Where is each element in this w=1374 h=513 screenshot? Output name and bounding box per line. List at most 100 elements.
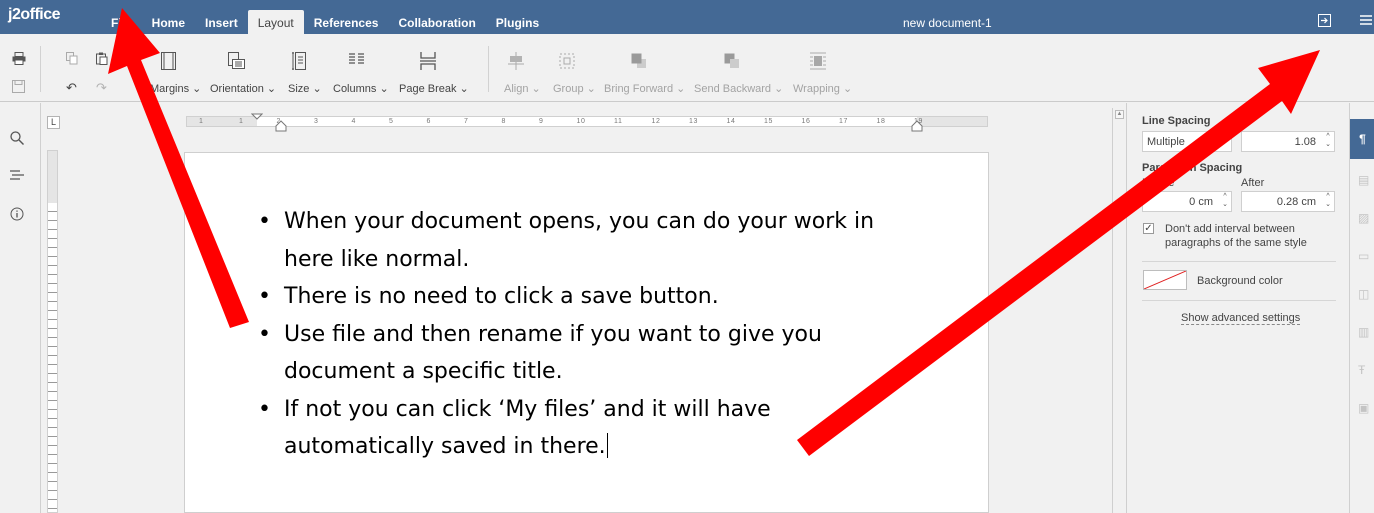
- paragraph-settings-panel: Line Spacing Multiple ⌄ 1.08 ^ ⌄ Paragrap…: [1126, 103, 1349, 513]
- document-page[interactable]: • When your document opens, you can do y…: [184, 152, 989, 513]
- wrapping-label: Wrapping: [793, 83, 840, 95]
- paste-icon[interactable]: [96, 52, 108, 68]
- dont-add-interval-checkbox[interactable]: ✓: [1143, 223, 1154, 234]
- page-break-label: Page Break: [399, 83, 457, 95]
- ruler-number: 5: [389, 118, 394, 125]
- orientation-icon[interactable]: [228, 52, 245, 73]
- ruler-number: 10: [576, 118, 586, 125]
- before-spacing-value: 0 cm: [1189, 196, 1213, 208]
- paragraph-settings-tab-icon[interactable]: ¶: [1350, 119, 1374, 159]
- list-item-line: here like normal.: [284, 246, 470, 272]
- tab-type-selector[interactable]: L: [47, 116, 60, 129]
- ruler-top-margin: [48, 151, 57, 203]
- search-icon[interactable]: [10, 131, 24, 148]
- bring-forward-icon[interactable]: [631, 52, 647, 73]
- hamburger-menu-icon[interactable]: [1360, 14, 1372, 28]
- vertical-scrollbar[interactable]: ▲: [1112, 108, 1126, 513]
- tab-plugins[interactable]: Plugins: [486, 10, 549, 34]
- size-icon[interactable]: [292, 52, 306, 73]
- ruler-number: 7: [464, 118, 469, 125]
- orientation-button[interactable]: Orientation ⌄: [210, 82, 276, 95]
- chart-settings-icon[interactable]: ▥: [1358, 325, 1369, 339]
- columns-icon[interactable]: [349, 52, 364, 73]
- undo-icon[interactable]: ↶: [66, 80, 77, 95]
- line-spacing-mode-value: Multiple: [1147, 136, 1185, 148]
- redo-icon[interactable]: ↷: [96, 80, 107, 95]
- info-icon[interactable]: [10, 207, 24, 224]
- align-button[interactable]: Align ⌄: [504, 82, 541, 95]
- page-break-button[interactable]: Page Break ⌄: [399, 82, 469, 95]
- list-item[interactable]: • When your document opens, you can do y…: [255, 203, 955, 278]
- wrapping-icon[interactable]: [810, 52, 826, 73]
- tab-references[interactable]: References: [304, 10, 389, 34]
- list-item-line: If not you can click ‘My files’ and it w…: [284, 396, 771, 422]
- first-line-indent-marker[interactable]: [251, 113, 263, 127]
- print-icon[interactable]: [12, 52, 26, 68]
- ruler-number: 11: [614, 118, 623, 125]
- columns-button[interactable]: Columns ⌄: [333, 82, 389, 95]
- bring-forward-button[interactable]: Bring Forward ⌄: [604, 82, 685, 95]
- image-settings-icon[interactable]: ▨: [1358, 211, 1369, 225]
- before-spacing-input[interactable]: 0 cm ^ ⌄: [1142, 191, 1232, 212]
- before-label: Before: [1142, 177, 1175, 189]
- ruler-number: 14: [726, 118, 736, 125]
- tab-file[interactable]: File: [101, 10, 142, 34]
- page-break-icon[interactable]: [420, 52, 436, 73]
- line-spacing-value-input[interactable]: 1.08 ^ ⌄: [1241, 131, 1335, 152]
- left-side-panel: [0, 103, 41, 513]
- horizontal-ruler[interactable]: 1 1 2 3 4 5 6 7 8 9 10 11 12 13 14 15 16 17 18 19: [186, 113, 988, 132]
- ruler-number: 15: [764, 118, 773, 125]
- margins-icon[interactable]: [161, 52, 176, 73]
- ruler-number: 18: [876, 118, 886, 125]
- header-footer-icon[interactable]: ▭: [1358, 249, 1369, 263]
- toolbar-separator: [40, 46, 41, 92]
- tab-collaboration[interactable]: Collaboration: [388, 10, 485, 34]
- spinner-icon[interactable]: ^ ⌄: [1325, 193, 1331, 209]
- group-button[interactable]: Group ⌄: [553, 82, 596, 95]
- scroll-up-icon[interactable]: ▲: [1115, 110, 1124, 119]
- ruler-number: 9: [539, 118, 544, 125]
- background-color-label: Background color: [1197, 275, 1283, 287]
- list-item[interactable]: • If not you can click ‘My files’ and it…: [255, 391, 955, 466]
- tab-layout[interactable]: Layout: [247, 10, 304, 34]
- list-item-line: document a specific title.: [284, 359, 563, 384]
- table-settings-icon[interactable]: ▤: [1358, 173, 1369, 187]
- document-title: new document-1: [903, 16, 992, 30]
- margins-button[interactable]: Margins ⌄: [150, 82, 201, 95]
- bullet-list[interactable]: • When your document opens, you can do y…: [255, 203, 955, 466]
- spinner-icon[interactable]: ^ ⌄: [1222, 193, 1228, 209]
- size-button[interactable]: Size ⌄: [288, 82, 322, 95]
- background-color-picker[interactable]: [1143, 270, 1187, 290]
- ruler-number: 12: [651, 118, 661, 125]
- align-icon[interactable]: [508, 52, 524, 73]
- list-item-line: When your document opens, you can do you…: [284, 209, 875, 234]
- open-location-icon[interactable]: [1318, 14, 1331, 29]
- send-backward-icon[interactable]: [724, 52, 740, 73]
- right-indent-marker[interactable]: [911, 120, 923, 132]
- list-item[interactable]: • There is no need to click a save butto…: [255, 278, 955, 316]
- ruler-number: 3: [314, 118, 319, 125]
- navigation-icon[interactable]: [10, 169, 24, 185]
- group-icon[interactable]: [558, 52, 576, 73]
- tab-insert[interactable]: Insert: [195, 10, 248, 34]
- text-cursor: [606, 433, 608, 458]
- tab-home[interactable]: Home: [142, 10, 195, 34]
- mail-merge-icon[interactable]: ▣: [1358, 401, 1369, 415]
- copy-icon[interactable]: [66, 52, 78, 68]
- panel-divider: [1142, 300, 1336, 301]
- vertical-ruler[interactable]: [47, 150, 58, 513]
- shape-settings-icon[interactable]: ◫: [1358, 287, 1369, 301]
- send-backward-button[interactable]: Send Backward ⌄: [694, 82, 783, 95]
- toolbar-separator: [488, 46, 489, 92]
- show-advanced-settings-link[interactable]: Show advanced settings: [1181, 312, 1301, 325]
- left-indent-marker[interactable]: [275, 120, 287, 132]
- text-art-icon[interactable]: Ŧ: [1358, 363, 1365, 377]
- after-spacing-input[interactable]: 0.28 cm ^ ⌄: [1241, 191, 1335, 212]
- line-spacing-mode-select[interactable]: Multiple ⌄: [1142, 131, 1232, 152]
- spinner-icon[interactable]: ^ ⌄: [1325, 133, 1331, 149]
- save-icon[interactable]: [12, 80, 25, 96]
- align-label: Align: [504, 83, 529, 95]
- list-item[interactable]: • Use file and then rename if you want t…: [255, 316, 955, 391]
- columns-label: Columns: [333, 83, 377, 95]
- wrapping-button[interactable]: Wrapping ⌄: [793, 82, 852, 95]
